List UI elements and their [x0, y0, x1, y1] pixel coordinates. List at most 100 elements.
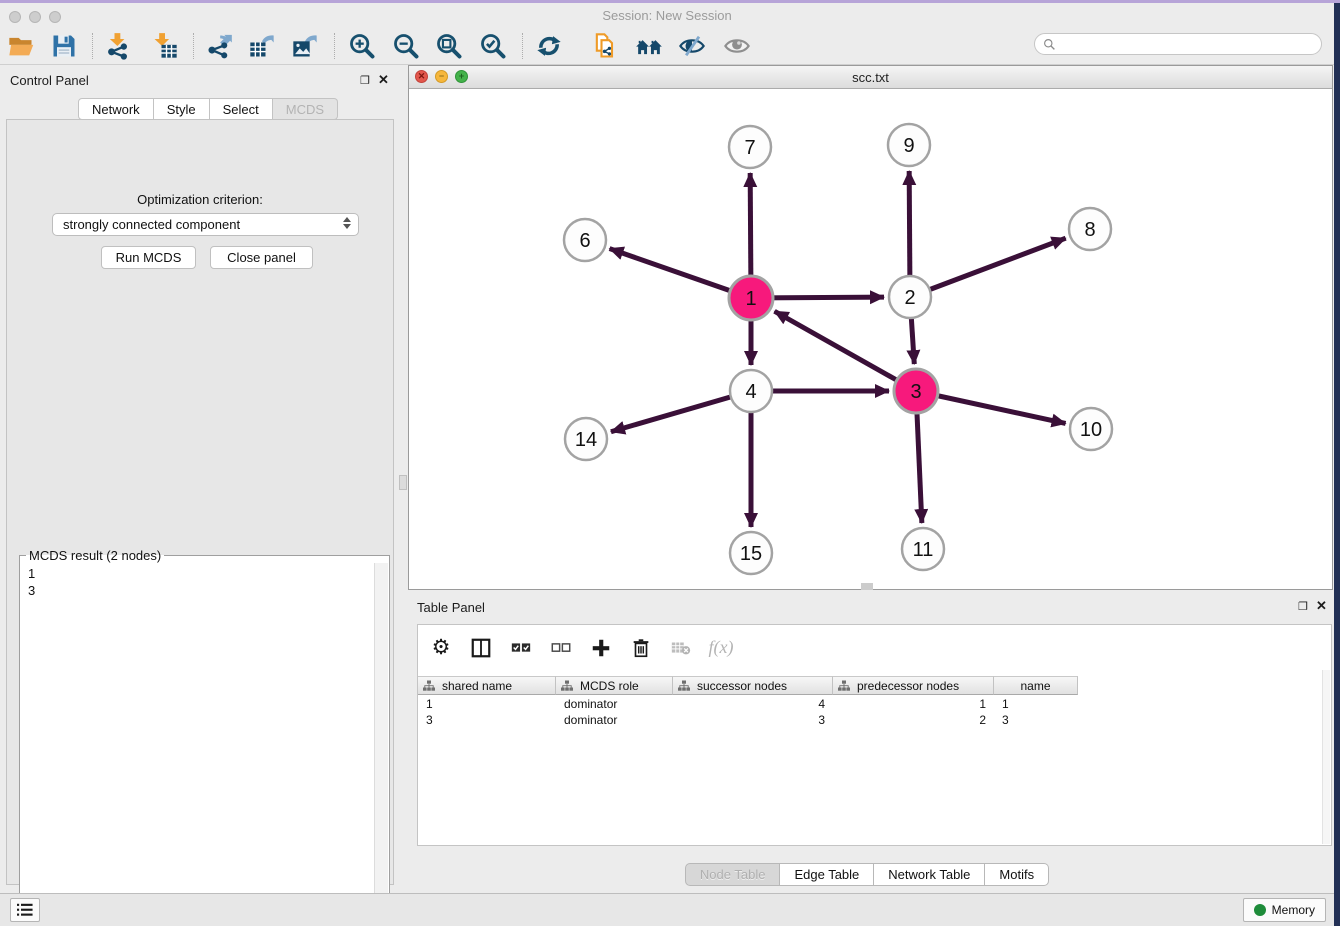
save-session-icon[interactable]: [46, 31, 82, 61]
deselect-all-columns-icon[interactable]: [548, 635, 574, 661]
zoom-fit-icon[interactable]: [431, 31, 467, 61]
tab-network-table[interactable]: Network Table: [874, 863, 985, 886]
delete-column-icon[interactable]: [628, 635, 654, 661]
column-header-successor-nodes[interactable]: successor nodes: [673, 676, 833, 695]
graph-edge-3-1[interactable]: [775, 311, 916, 391]
mcds-result-text[interactable]: 13: [21, 563, 375, 924]
network-view-window: ✕ − + scc.txt 1234678910111415: [408, 65, 1333, 590]
search-input[interactable]: [1061, 36, 1321, 52]
close-panel-button[interactable]: Close panel: [210, 246, 313, 269]
table-scrollbar[interactable]: [1322, 670, 1330, 844]
task-history-button[interactable]: [10, 898, 40, 922]
split-panel-icon[interactable]: [468, 635, 494, 661]
table-cell[interactable]: 2: [833, 712, 994, 728]
table-tabs: Node TableEdge TableNetwork TableMotifs: [400, 863, 1334, 886]
home-icon[interactable]: [631, 31, 667, 61]
settings-gear-icon[interactable]: ⚙: [428, 635, 454, 661]
toolbar-separator: [92, 33, 93, 59]
graph-node-label: 6: [579, 230, 590, 252]
hide-graphics-details-icon[interactable]: [674, 31, 710, 61]
table-header-row: shared name MCDS role successor nodes prede…: [418, 676, 1078, 695]
network-canvas[interactable]: 1234678910111415: [409, 89, 1332, 589]
add-column-icon[interactable]: [588, 635, 614, 661]
column-header-label: successor nodes: [697, 679, 787, 693]
network-resize-grip[interactable]: [861, 583, 873, 590]
column-header-predecessor-nodes[interactable]: predecessor nodes: [833, 676, 994, 695]
zoom-in-icon[interactable]: [344, 31, 380, 61]
table-cell[interactable]: dominator: [556, 712, 673, 728]
memory-button[interactable]: Memory: [1243, 898, 1326, 922]
table-close-icon[interactable]: ✕: [1316, 598, 1327, 614]
table-cell[interactable]: 4: [673, 696, 833, 712]
refresh-view-icon[interactable]: [531, 31, 567, 61]
search-field: [1034, 33, 1322, 55]
graph-node-label: 1: [745, 288, 756, 310]
run-mcds-button[interactable]: Run MCDS: [101, 246, 196, 269]
tab-style[interactable]: Style: [154, 98, 210, 120]
column-header-label: name: [1020, 679, 1050, 693]
tab-select[interactable]: Select: [210, 98, 273, 120]
tab-mcds[interactable]: MCDS: [273, 98, 338, 120]
table-row[interactable]: 3dominator323: [418, 712, 1078, 728]
tab-network[interactable]: Network: [78, 98, 154, 120]
control-panel-title: Control Panel: [10, 73, 89, 88]
export-network-icon[interactable]: [201, 31, 237, 61]
graph-node-label: 11: [913, 539, 934, 561]
function-builder-icon[interactable]: f(x): [708, 635, 734, 661]
result-line: 1: [28, 565, 375, 582]
close-panel-icon[interactable]: ✕: [378, 72, 389, 88]
graph-node-label: 8: [1084, 219, 1095, 241]
show-graphics-details-icon[interactable]: [719, 31, 755, 61]
column-tree-icon: [423, 680, 435, 692]
select-all-columns-icon[interactable]: [508, 635, 534, 661]
graph-node-label: 15: [740, 543, 762, 565]
result-line: 3: [28, 582, 375, 599]
column-header-MCDS-role[interactable]: MCDS role: [556, 676, 673, 695]
table-cell[interactable]: 3: [994, 712, 1078, 728]
graph-node-label: 10: [1080, 419, 1102, 441]
titlebar: Session: New Session: [0, 3, 1334, 28]
open-session-icon[interactable]: [3, 31, 39, 61]
zoom-out-icon[interactable]: [388, 31, 424, 61]
table-cell[interactable]: 3: [418, 712, 556, 728]
column-tree-icon: [838, 680, 850, 692]
tab-node-table[interactable]: Node Table: [685, 863, 781, 886]
memory-label: Memory: [1272, 903, 1315, 917]
column-header-label: shared name: [442, 679, 512, 693]
table-row[interactable]: 1dominator411: [418, 696, 1078, 712]
panel-divider-grip[interactable]: [399, 475, 407, 490]
result-scrollbar[interactable]: [374, 563, 388, 924]
tab-edge-table[interactable]: Edge Table: [780, 863, 874, 886]
delete-table-icon[interactable]: [668, 635, 694, 661]
mcds-result-box: MCDS result (2 nodes) 13: [19, 548, 390, 926]
table-panel: Table Panel ❐ ✕ ⚙: [400, 590, 1334, 893]
column-header-name[interactable]: name: [994, 676, 1078, 695]
control-panel-tabs: NetworkStyleSelectMCDS: [78, 98, 338, 120]
status-bar: Memory: [0, 893, 1334, 926]
memory-status-icon: [1254, 904, 1266, 916]
table-cell[interactable]: dominator: [556, 696, 673, 712]
network-file-manager-icon[interactable]: [587, 31, 623, 61]
graph-node-label: 3: [910, 381, 921, 403]
column-header-label: MCDS role: [580, 679, 639, 693]
list-icon: [16, 902, 34, 918]
control-panel: Control Panel ❐ ✕ NetworkStyleSelectMCDS…: [0, 65, 400, 893]
table-float-icon[interactable]: ❐: [1298, 600, 1308, 613]
float-panel-icon[interactable]: ❐: [360, 74, 370, 87]
import-network-icon[interactable]: [100, 31, 136, 61]
main-toolbar: [0, 28, 1334, 65]
export-table-icon[interactable]: [244, 31, 280, 61]
export-image-icon[interactable]: [287, 31, 323, 61]
zoom-selected-icon[interactable]: [475, 31, 511, 61]
mcds-panel: Optimization criterion: strongly connect…: [6, 119, 394, 885]
graph-edge-2-8[interactable]: [910, 238, 1066, 297]
table-cell[interactable]: 3: [673, 712, 833, 728]
table-cell[interactable]: 1: [994, 696, 1078, 712]
table-cell[interactable]: 1: [418, 696, 556, 712]
import-table-icon[interactable]: [147, 31, 183, 61]
optimization-criterion-select[interactable]: strongly connected component: [52, 213, 359, 236]
column-tree-icon: [678, 680, 690, 692]
tab-motifs[interactable]: Motifs: [985, 863, 1049, 886]
column-header-shared-name[interactable]: shared name: [418, 676, 556, 695]
table-cell[interactable]: 1: [833, 696, 994, 712]
